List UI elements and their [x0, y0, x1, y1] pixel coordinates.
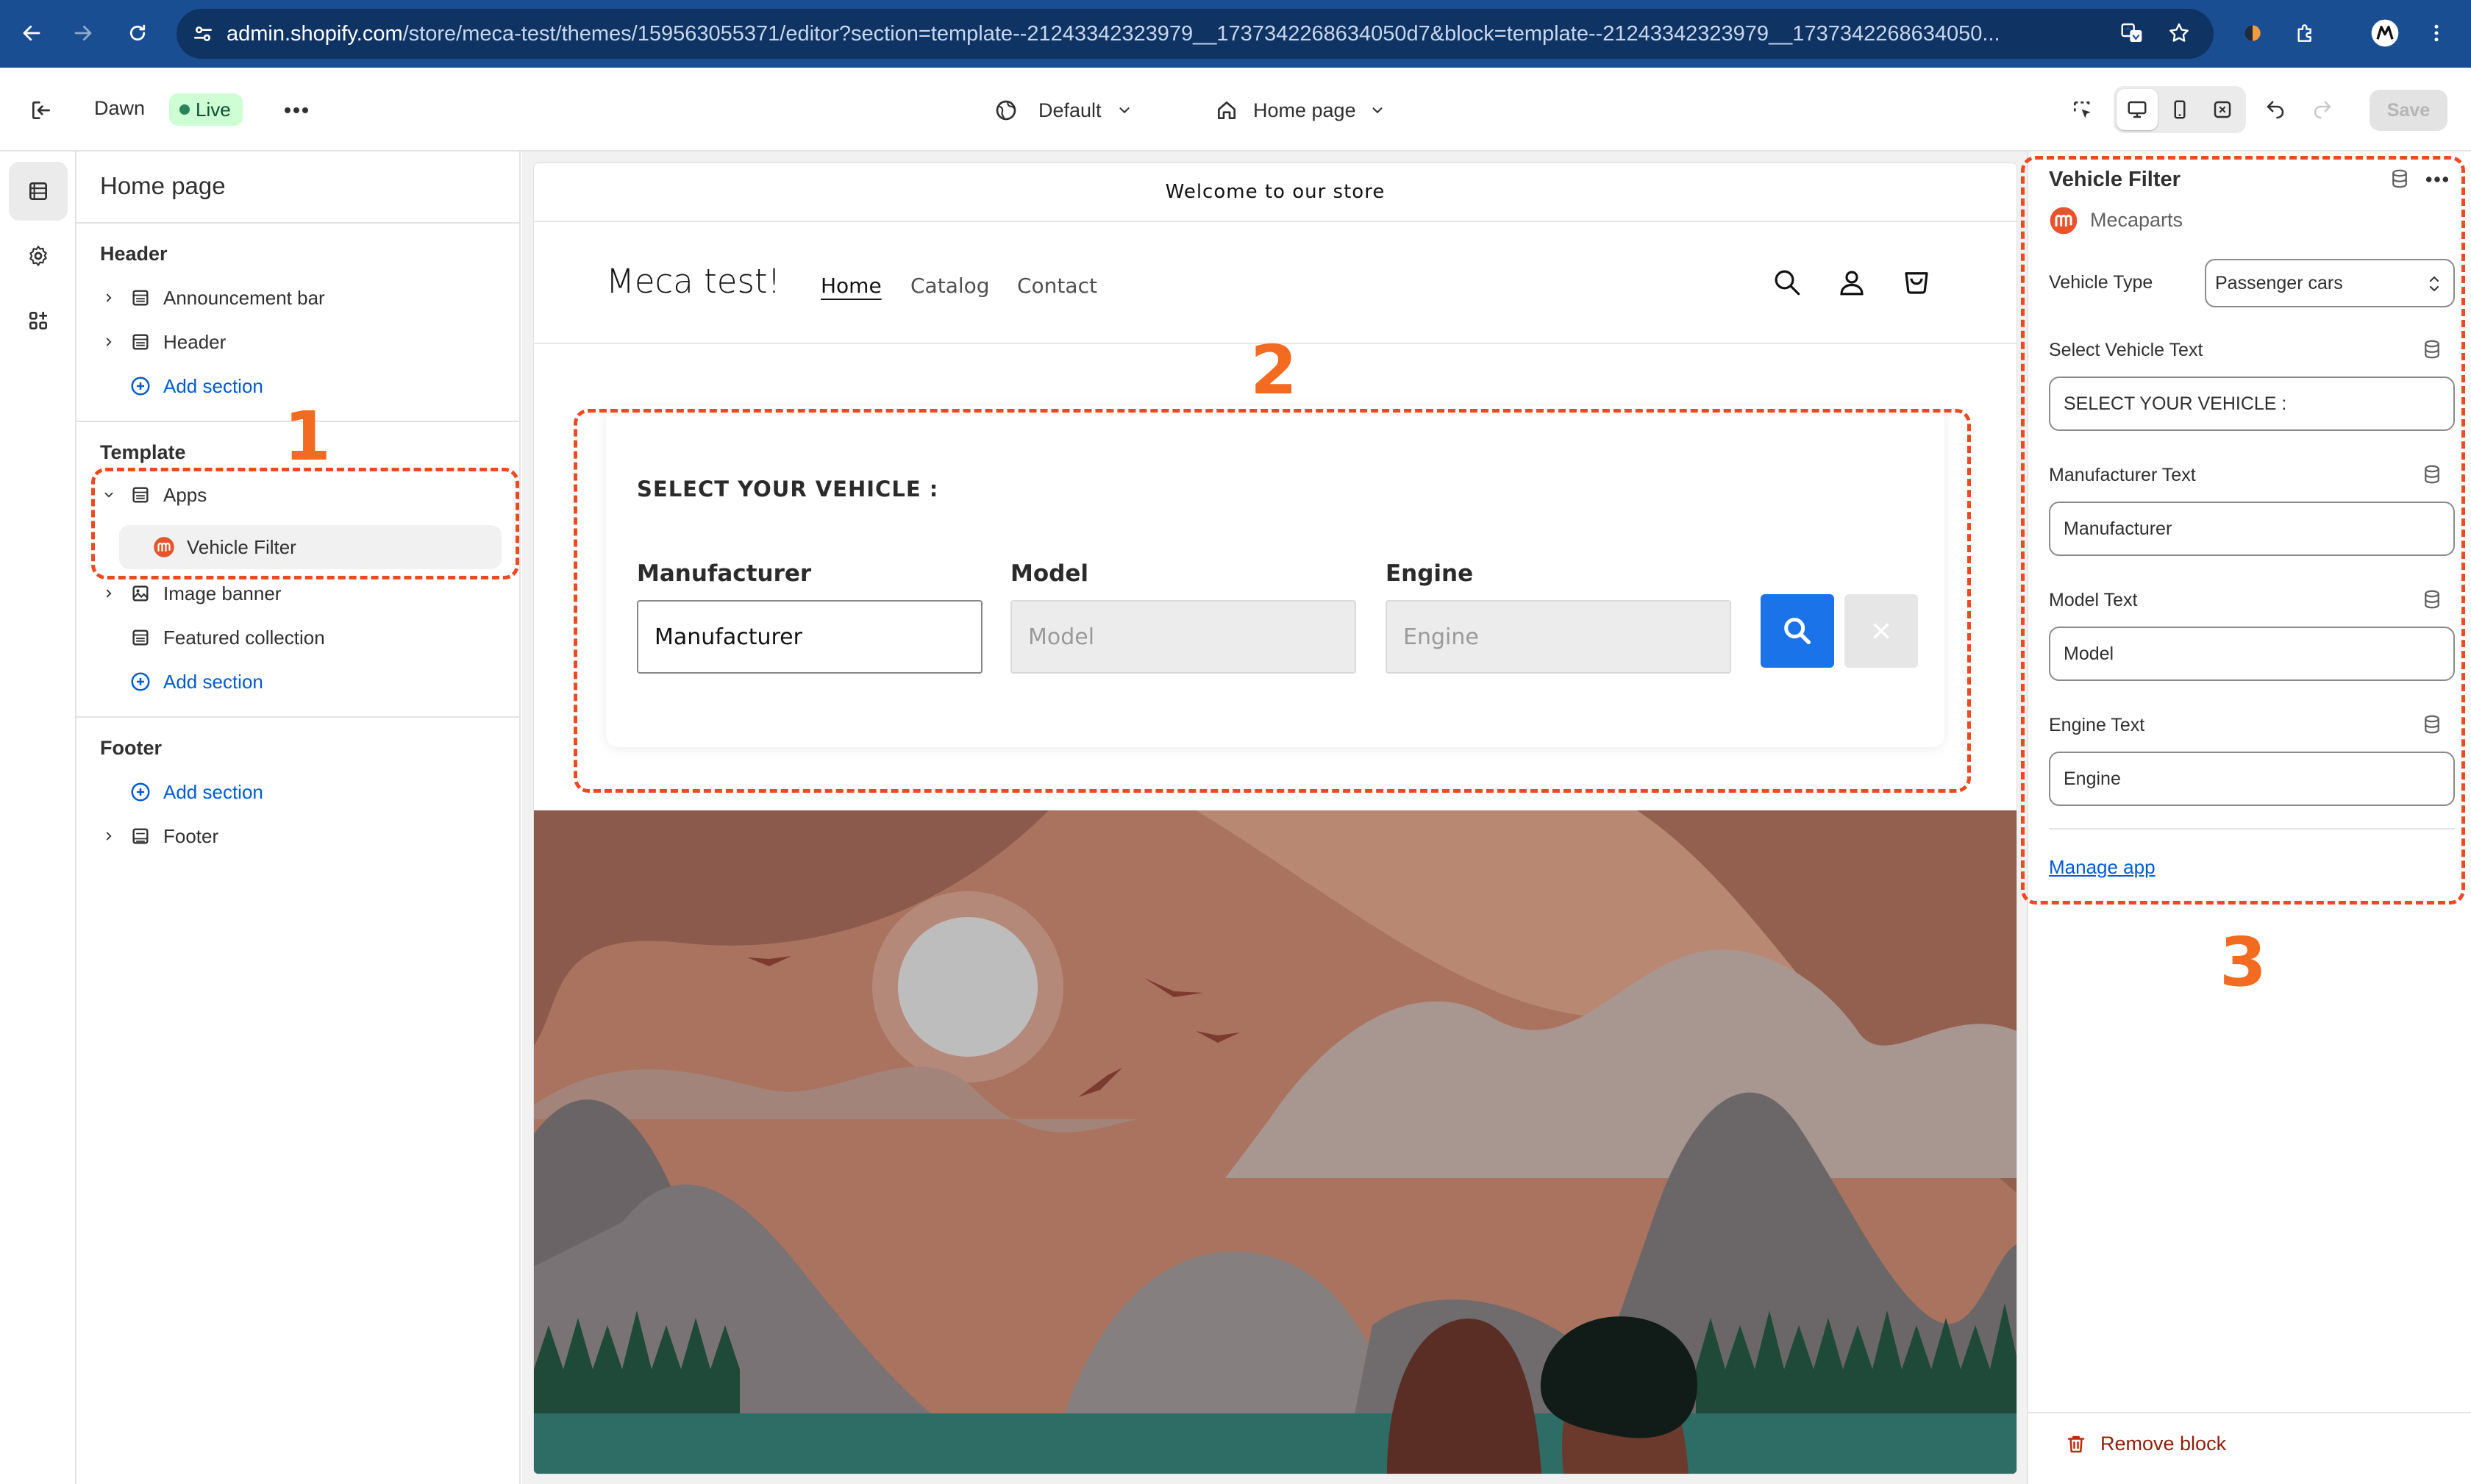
cart-icon[interactable]: [1896, 262, 1937, 303]
add-section-template-button[interactable]: Add section: [99, 663, 263, 700]
tree-item-label: Image banner: [163, 582, 282, 604]
tree-item-footer[interactable]: Footer: [99, 818, 218, 855]
chevron-down-icon: [1369, 102, 1386, 118]
inspector-select-icon[interactable]: [2067, 94, 2099, 126]
section-layout-icon: [128, 332, 153, 352]
browser-menu-icon[interactable]: [2420, 16, 2453, 50]
add-section-header-button[interactable]: Add section: [99, 368, 263, 404]
chevron-right-icon: [99, 830, 119, 843]
sections-icon[interactable]: [9, 162, 68, 221]
tree-item-label: Featured collection: [163, 626, 325, 649]
plus-circle-icon: [128, 671, 153, 693]
tree-item-header[interactable]: Header: [99, 324, 226, 360]
tree-item-label: Footer: [163, 824, 219, 847]
theme-preset-label: Default: [1038, 99, 1102, 121]
section-tree-panel: Home page Header Announcement bar Header…: [76, 151, 521, 1484]
add-section-footer-button[interactable]: Add section: [99, 774, 263, 810]
section-layout-icon: [128, 288, 153, 308]
address-bar[interactable]: admin.shopify.com/store/meca-test/themes…: [176, 9, 2214, 59]
viewport-switcher: [2114, 86, 2246, 133]
image-banner-illustration: [534, 810, 2017, 1474]
theme-name: Dawn: [94, 97, 146, 119]
footer-group-label: Footer: [100, 737, 162, 759]
remove-block-button[interactable]: Remove block: [2065, 1433, 2226, 1455]
nav-link-home[interactable]: Home: [821, 274, 882, 298]
tree-item-announcement-bar[interactable]: Announcement bar: [99, 279, 325, 316]
annotation-box-1: [91, 468, 519, 579]
url-host: admin.shopify.com: [227, 21, 403, 46]
save-button[interactable]: Save: [2370, 90, 2447, 131]
translate-icon[interactable]: [2115, 16, 2149, 50]
redo-icon[interactable]: [2306, 94, 2339, 126]
tree-item-label: Announcement bar: [163, 286, 325, 309]
annotation-box-2: [574, 409, 1971, 793]
url-path: /store/meca-test/themes/159563055371/edi…: [402, 21, 2000, 46]
add-section-label: Add section: [163, 670, 263, 693]
browser-toolbar: admin.shopify.com/store/meca-test/themes…: [0, 0, 2471, 68]
screen: admin.shopify.com/store/meca-test/themes…: [0, 0, 2471, 1484]
tree-item-featured-collection[interactable]: Featured collection: [99, 619, 325, 656]
undo-icon[interactable]: [2259, 94, 2292, 126]
header-group-label: Header: [100, 243, 168, 265]
chevron-right-icon: [99, 335, 119, 349]
chevron-down-icon: [1116, 102, 1133, 118]
extension-logo-icon[interactable]: [2236, 16, 2269, 50]
trash-icon: [2065, 1433, 2087, 1455]
remove-block-label: Remove block: [2100, 1433, 2227, 1455]
tree-item-image-banner[interactable]: Image banner: [99, 575, 281, 612]
nav-link-contact[interactable]: Contact: [1017, 274, 1097, 298]
plus-circle-icon: [128, 375, 153, 397]
live-badge: Live: [169, 93, 243, 126]
chevron-right-icon: [99, 587, 119, 600]
fullscreen-view-icon[interactable]: [2202, 89, 2243, 130]
tree-item-label: Header: [163, 330, 227, 353]
nav-link-catalog[interactable]: Catalog: [910, 274, 990, 298]
add-section-label: Add section: [163, 374, 263, 397]
panel-title: Home page: [100, 172, 226, 199]
template-group-label: Template: [100, 441, 186, 463]
mobile-view-icon[interactable]: [2159, 89, 2200, 130]
image-icon: [128, 583, 153, 604]
section-layout-icon: [128, 826, 153, 846]
profile-avatar-icon[interactable]: [2368, 16, 2402, 50]
site-info-icon[interactable]: [191, 22, 215, 51]
home-icon: [1215, 99, 1238, 122]
add-section-label: Add section: [163, 780, 263, 803]
store-logo-text[interactable]: Meca test!: [606, 262, 781, 301]
store-search-icon[interactable]: [1766, 262, 1808, 303]
extensions-puzzle-icon[interactable]: [2289, 16, 2322, 50]
section-layout-icon: [128, 627, 153, 648]
account-icon[interactable]: [1831, 262, 1872, 303]
page-selector-label: Home page: [1253, 99, 1356, 121]
annotation-box-3: [2021, 156, 2465, 905]
announcement-bar: Welcome to our store: [534, 163, 2017, 222]
page-selector[interactable]: Home page: [1215, 94, 1386, 126]
annotation-number-3: 3: [2219, 923, 2267, 1002]
desktop-view-icon[interactable]: [2117, 89, 2158, 130]
theme-settings-gear-icon[interactable]: [9, 226, 68, 285]
back-icon[interactable]: [15, 16, 49, 50]
editor-topbar: Dawn Live Default Home page Save: [0, 68, 2471, 151]
reload-icon[interactable]: [121, 16, 154, 50]
annotation-number-1: 1: [284, 397, 332, 476]
theme-preset-selector[interactable]: Default: [994, 94, 1133, 126]
exit-editor-icon[interactable]: [25, 94, 57, 126]
annotation-number-2: 2: [1250, 331, 1298, 410]
bookmark-star-icon[interactable]: [2162, 16, 2196, 50]
plus-circle-icon: [128, 781, 153, 803]
editor-rail: [0, 151, 76, 1484]
forward-icon[interactable]: [66, 16, 100, 50]
chevron-right-icon: [99, 291, 119, 304]
store-header: Meca test! Home Catalog Contact: [534, 222, 2017, 344]
globe-icon: [994, 99, 1018, 122]
app-embeds-icon[interactable]: [9, 291, 68, 350]
more-actions-icon[interactable]: [279, 94, 313, 126]
